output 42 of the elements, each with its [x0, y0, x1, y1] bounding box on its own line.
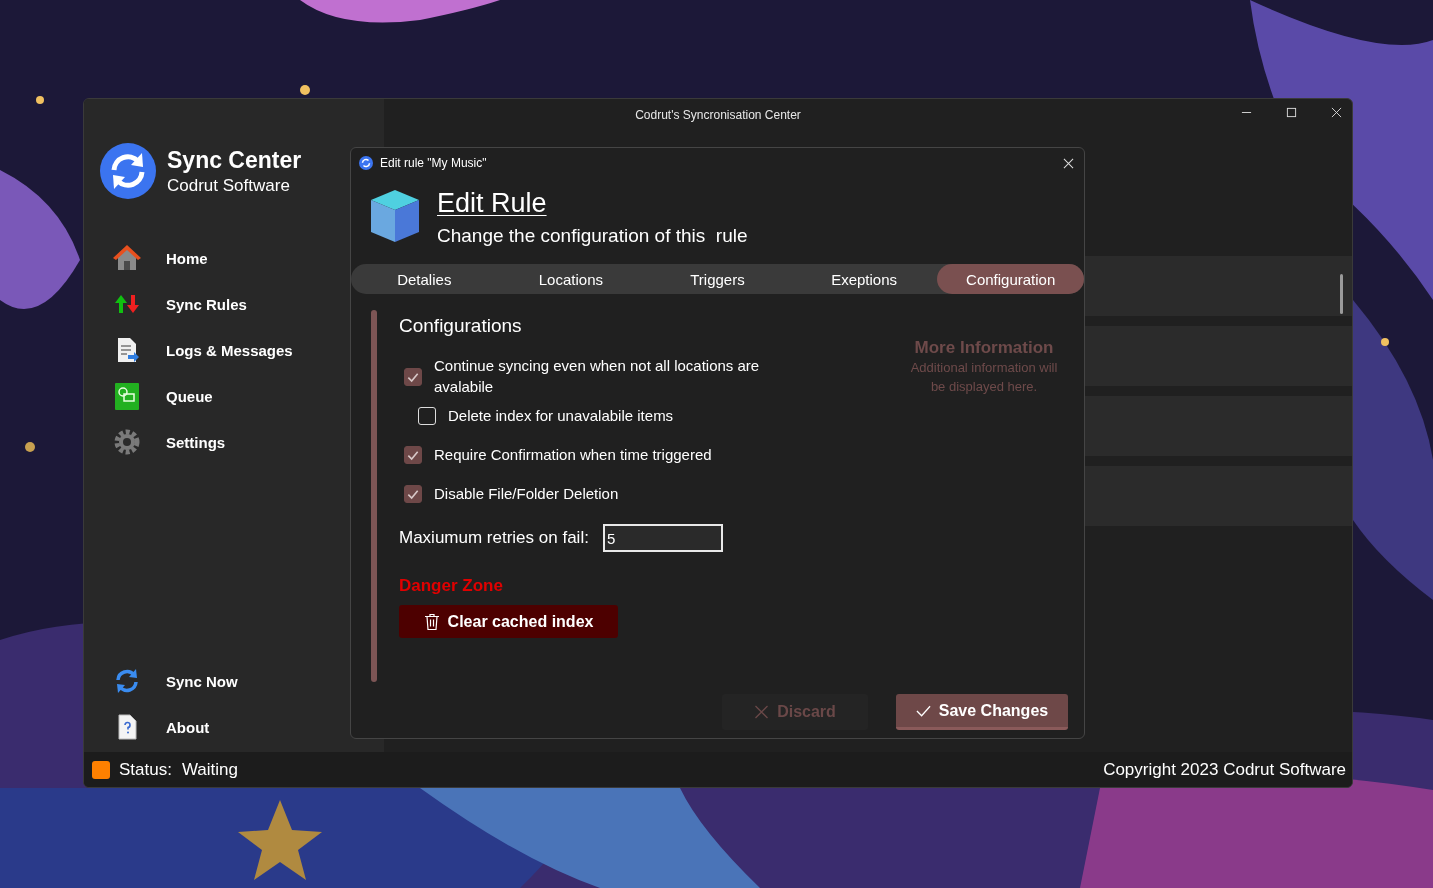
option-label: Require Confirmation when time triggered [434, 445, 712, 465]
tab[interactable]: Configuration [937, 264, 1084, 294]
info-text: Additional information will be displayed here. [909, 359, 1059, 396]
dialog-title: Edit rule "My Music" [380, 156, 487, 170]
cube-icon [369, 188, 421, 244]
tab[interactable]: Detalies [351, 264, 498, 294]
checkbox[interactable] [404, 485, 422, 503]
company-name: Codrut Software [167, 175, 291, 196]
check-icon [915, 703, 931, 718]
dialog-subtitle: Change the configuration of this rule [437, 225, 748, 247]
checkbox[interactable] [404, 446, 422, 464]
field-label: Maxiumum retries on fail: [399, 528, 589, 548]
house-icon [112, 243, 142, 273]
settings-icon [112, 427, 142, 457]
scrollbar-thumb[interactable] [1340, 274, 1343, 314]
save-button[interactable]: Save Changes [896, 694, 1068, 730]
danger-zone-title: Danger Zone [399, 576, 504, 596]
sync-logo-icon [359, 156, 373, 170]
trash-icon [423, 612, 440, 631]
option-label: Delete index for unavalabile items [448, 406, 674, 426]
status-label: Status: [119, 759, 172, 780]
tab[interactable]: Locations [497, 264, 645, 294]
status-value: Waiting [181, 759, 238, 780]
copyright-text: Copyright 2023 Codrut Software [1103, 759, 1346, 780]
app-name: Sync Center [167, 146, 302, 174]
dialog-heading[interactable]: Edit Rule [437, 188, 748, 219]
section-title: Configurations [399, 315, 523, 337]
clear-cache-button[interactable]: Clear cached index [399, 605, 618, 638]
maximize-icon[interactable] [1286, 107, 1297, 118]
tab[interactable]: Exeptions [790, 264, 938, 294]
retries-input-field[interactable]: 5 [602, 524, 723, 552]
queue-icon [112, 381, 142, 411]
sync-logo-icon [100, 143, 156, 199]
info-title: More Information [914, 338, 1054, 358]
close-icon[interactable] [1063, 157, 1074, 169]
option-label: Disable File/Folder Deletion [434, 484, 619, 504]
close-icon[interactable] [1331, 107, 1342, 118]
option-label: Continue syncing even when not all locations are avalabile [434, 356, 761, 397]
checkbox[interactable] [404, 367, 422, 386]
close-icon [754, 705, 770, 719]
tab[interactable]: Triggers [644, 264, 791, 294]
window-title: Codrut's Syncronisation Center [635, 108, 801, 122]
